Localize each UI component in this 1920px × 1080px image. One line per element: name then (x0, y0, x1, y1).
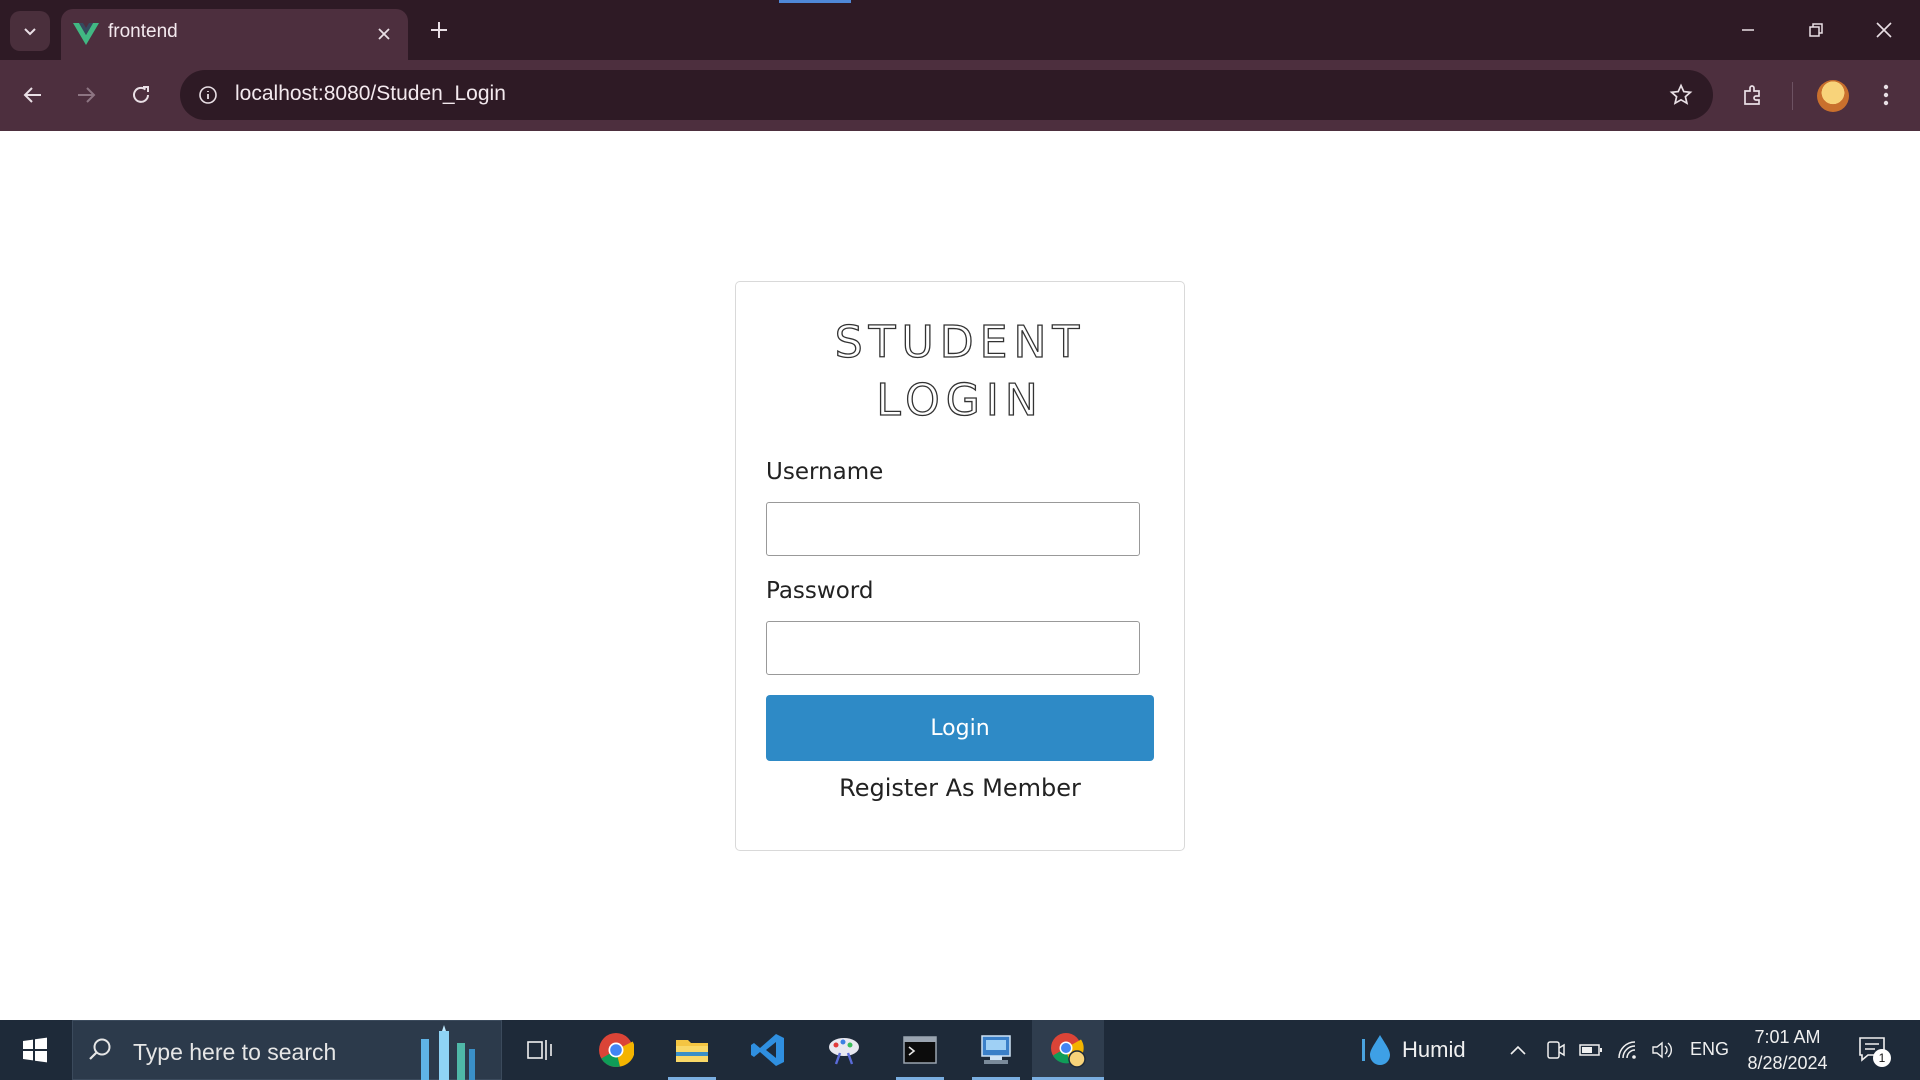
notification-badge: 1 (1873, 1049, 1891, 1067)
chevron-down-icon (24, 28, 36, 36)
extensions-button[interactable] (1735, 77, 1771, 113)
more-menu-icon (1883, 84, 1889, 106)
username-label: Username (766, 459, 884, 485)
weather-widget[interactable]: Humid (1360, 1020, 1466, 1080)
speaker-icon (1652, 1041, 1672, 1059)
star-icon (1669, 83, 1693, 105)
bookmark-button[interactable] (1667, 81, 1695, 109)
url-text: localhost:8080/Studen_Login (235, 82, 506, 105)
vue-logo-icon (73, 23, 99, 45)
windows-taskbar: Type here to search Humid ENG 7:01 AM 8/… (0, 1020, 1920, 1080)
loading-indicator (779, 0, 851, 3)
reload-button[interactable] (123, 77, 159, 113)
reload-icon (133, 86, 149, 103)
profile-avatar[interactable] (1817, 80, 1849, 112)
extensions-icon (1744, 85, 1760, 105)
site-info-button[interactable] (192, 79, 224, 111)
register-link[interactable]: Register As Member (736, 774, 1184, 802)
clock-time: 7:01 AM (1754, 1027, 1821, 1047)
file-explorer-icon (676, 1040, 708, 1062)
wifi-button[interactable] (1616, 1038, 1640, 1062)
taskbar-terminal[interactable] (884, 1020, 956, 1080)
new-tab-button[interactable] (424, 15, 454, 45)
task-view-button[interactable] (504, 1020, 576, 1080)
title-line-student: STUDENT (834, 316, 1086, 368)
taskbar-paint[interactable] (808, 1020, 880, 1080)
forward-button[interactable] (68, 77, 104, 113)
network-app-icon (981, 1035, 1011, 1064)
chevron-up-icon (1510, 1045, 1526, 1055)
search-icon (89, 1038, 111, 1060)
toolbar-separator (1792, 82, 1793, 110)
taskbar-vscode[interactable] (732, 1020, 804, 1080)
back-button[interactable] (15, 77, 51, 113)
input-language[interactable]: ENG (1690, 1039, 1729, 1060)
chrome-icon (599, 1033, 634, 1067)
title-line-login: LOGIN (876, 374, 1044, 426)
close-icon[interactable] (372, 22, 396, 46)
address-bar[interactable]: localhost:8080/Studen_Login (180, 70, 1713, 120)
camera-icon (1547, 1041, 1565, 1059)
restore-icon (1809, 23, 1823, 37)
close-window-button[interactable] (1866, 12, 1902, 48)
taskbar-chrome-profile[interactable] (1032, 1020, 1104, 1080)
taskbar-clock[interactable]: 7:01 AM 8/28/2024 (1740, 1024, 1835, 1076)
close-window-icon (1876, 22, 1892, 38)
tab-search-button[interactable] (10, 11, 50, 51)
forward-icon (78, 87, 96, 103)
weather-text: Humid (1402, 1037, 1466, 1062)
page-title: STUDENT LOGIN (736, 314, 1184, 430)
start-button[interactable] (0, 1020, 70, 1080)
humidity-drop-icon (1362, 1035, 1390, 1065)
meet-now-button[interactable] (1544, 1038, 1568, 1062)
password-label: Password (766, 578, 874, 604)
vscode-icon (751, 1034, 784, 1066)
minimize-icon (1742, 29, 1754, 31)
clock-date: 8/28/2024 (1747, 1053, 1828, 1073)
browser-tab[interactable]: frontend (61, 9, 408, 60)
more-menu-button[interactable] (1868, 77, 1904, 113)
search-placeholder: Type here to search (133, 1039, 337, 1065)
taskbar-search[interactable]: Type here to search (72, 1020, 502, 1080)
terminal-icon (903, 1036, 937, 1064)
restore-button[interactable] (1798, 12, 1834, 48)
password-input[interactable] (766, 621, 1140, 675)
login-button[interactable]: Login (766, 695, 1154, 761)
taskbar-network-app[interactable] (960, 1020, 1032, 1080)
battery-button[interactable] (1579, 1038, 1603, 1062)
browser-toolbar: localhost:8080/Studen_Login (0, 60, 1920, 131)
task-view-icon (527, 1040, 552, 1060)
minimize-button[interactable] (1730, 12, 1766, 48)
battery-icon (1579, 1044, 1602, 1056)
chrome-profile-icon (1051, 1033, 1086, 1068)
plus-icon (431, 22, 447, 38)
taskbar-file-explorer[interactable] (656, 1020, 728, 1080)
tab-title: frontend (108, 21, 178, 42)
back-icon (23, 87, 41, 103)
search-highlight-art-icon (421, 1025, 475, 1080)
site-info-icon (199, 86, 217, 104)
login-card: STUDENT LOGIN Username Password Login Re… (735, 281, 1185, 851)
paint-icon (829, 1038, 859, 1065)
browser-tab-bar: frontend (0, 0, 1920, 60)
tray-overflow-button[interactable] (1506, 1038, 1530, 1062)
wifi-icon (1618, 1041, 1636, 1059)
taskbar-chrome[interactable] (580, 1020, 652, 1080)
notification-center-button[interactable]: 1 (1858, 1036, 1891, 1067)
username-input[interactable] (766, 502, 1140, 556)
volume-button[interactable] (1651, 1038, 1675, 1062)
windows-logo-icon (23, 1037, 47, 1063)
